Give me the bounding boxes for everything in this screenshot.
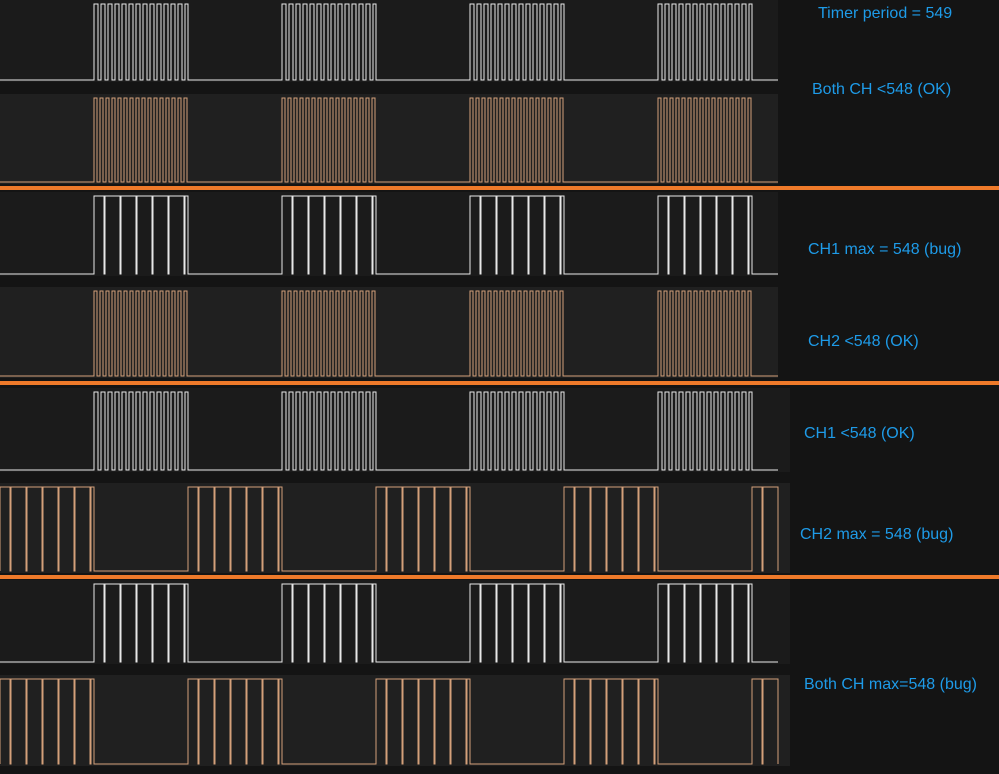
group3-ch2-label: CH2 max = 548 (bug) xyxy=(800,526,954,543)
group2-ch1-label: CH1 max = 548 (bug) xyxy=(808,241,962,258)
group3-ch2-background xyxy=(0,483,790,573)
logic-analyzer-view xyxy=(0,0,999,766)
group2-ch1-background xyxy=(0,192,778,276)
group4-label: Both CH max=548 (bug) xyxy=(804,676,977,693)
group3-ch1-label: CH1 <548 (OK) xyxy=(804,425,915,442)
group3-divider xyxy=(0,575,999,579)
group2-ch2-label: CH2 <548 (OK) xyxy=(808,333,919,350)
group1-ch1-background xyxy=(0,0,778,82)
timer-period-label: Timer period = 549 xyxy=(818,5,953,22)
group4-ch1-background xyxy=(0,580,790,664)
group4-ch2-background xyxy=(0,675,790,766)
group1-label: Both CH <548 (OK) xyxy=(812,81,952,98)
group2-divider xyxy=(0,381,999,385)
group1-divider xyxy=(0,186,999,190)
